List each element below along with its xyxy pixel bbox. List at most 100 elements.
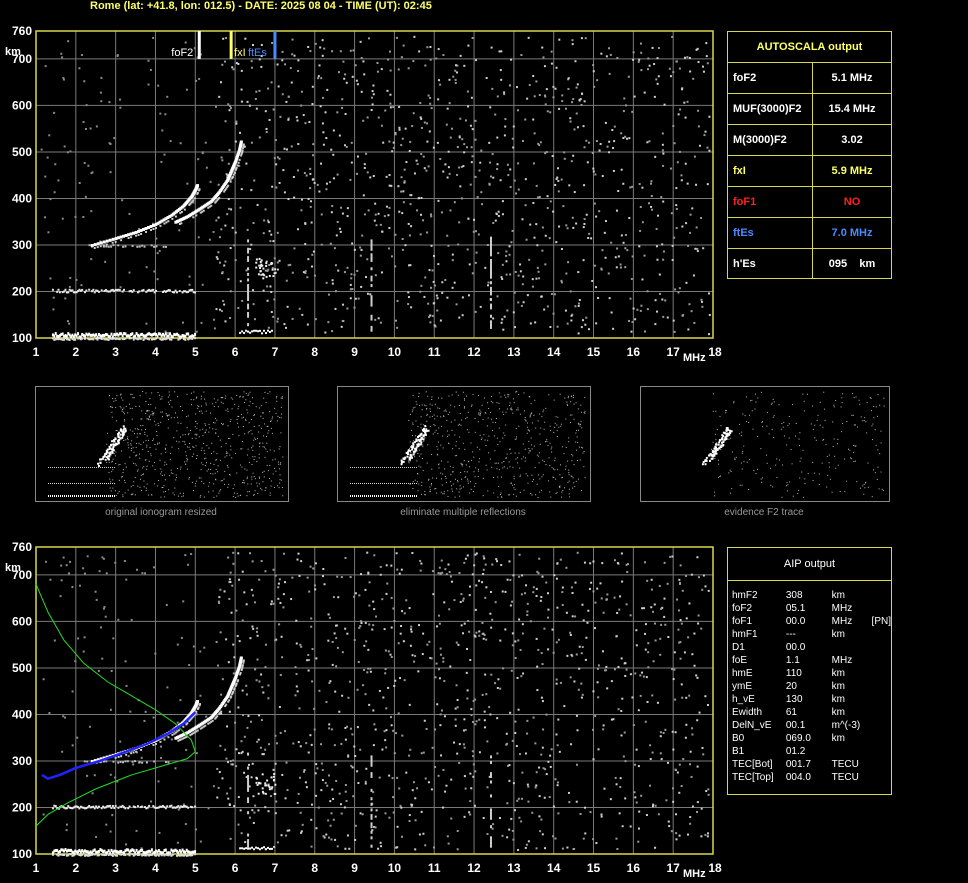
noise-dot (517, 708, 520, 711)
trace-dot (93, 246, 96, 249)
noise-dot (331, 640, 334, 643)
noise-dot (385, 205, 388, 208)
noise-dot (247, 297, 250, 301)
noise-dot (491, 618, 494, 621)
noise-dot (467, 44, 470, 47)
thumb-dot (62, 483, 63, 484)
noise-dot (226, 792, 229, 795)
thumb-dot (517, 407, 519, 409)
thumb-dot (127, 489, 129, 491)
noise-dot (370, 788, 373, 792)
thumb-dot (216, 495, 218, 497)
noise-dot (372, 744, 375, 747)
noise-dot (463, 622, 466, 625)
trace-dot (163, 222, 166, 225)
noise-dot (647, 666, 650, 669)
thumb-dot (256, 438, 258, 440)
noise-dot (379, 573, 382, 576)
noise-dot (469, 813, 472, 816)
noise-dot (653, 603, 656, 606)
noise-dot (656, 310, 659, 313)
noise-dot (622, 755, 625, 758)
noise-dot (369, 293, 372, 296)
noise-dot (254, 668, 257, 671)
noise-dot (492, 317, 495, 320)
noise-dot (557, 179, 560, 182)
noise-dot (638, 810, 641, 813)
noise-dot (218, 596, 221, 599)
noise-dot (265, 131, 268, 134)
noise-dot (80, 284, 83, 287)
thumb-dot (154, 468, 156, 470)
thumb-dot (122, 425, 125, 428)
noise-dot (407, 67, 410, 70)
noise-dot (621, 825, 624, 828)
noise-dot (346, 632, 349, 635)
noise-dot (533, 236, 536, 239)
thumb-dot (279, 446, 281, 448)
noise-dot (99, 626, 102, 629)
noise-dot (224, 120, 227, 123)
noise-dot (413, 35, 416, 38)
noise-dot (615, 266, 618, 269)
noise-dot (462, 165, 465, 168)
thumb-dot (262, 446, 264, 448)
noise-dot (370, 325, 373, 329)
noise-dot (696, 719, 699, 722)
noise-dot (575, 714, 578, 717)
thumb-dot (265, 448, 267, 450)
noise-dot (253, 179, 256, 182)
trace-dot (96, 246, 99, 249)
thumb-dot (282, 495, 284, 497)
x-tick-label: 14 (547, 861, 561, 875)
thumb-dot (206, 445, 208, 447)
noise-dot (246, 726, 249, 729)
noise-dot (526, 97, 529, 100)
thumb-dot (459, 495, 461, 497)
noise-dot (639, 674, 642, 677)
thumb-dot (251, 397, 253, 399)
trace-dot (255, 266, 258, 269)
noise-dot (338, 227, 341, 230)
thumb-dot (195, 434, 197, 436)
noise-dot (247, 800, 250, 804)
trace-dot (274, 783, 277, 786)
noise-dot (286, 829, 289, 832)
thumb-dot (210, 412, 212, 414)
noise-dot (634, 763, 637, 766)
thumb-dot (237, 495, 239, 497)
noise-dot (678, 150, 681, 153)
noise-dot (322, 96, 325, 99)
noise-dot (257, 738, 260, 741)
noise-dot (197, 158, 200, 161)
noise-dot (251, 594, 254, 597)
noise-dot (620, 132, 623, 135)
noise-dot (416, 787, 419, 790)
noise-dot (265, 127, 268, 130)
noise-dot (490, 626, 493, 629)
noise-dot (388, 50, 391, 53)
thumb-dot (240, 448, 242, 450)
noise-dot (95, 598, 98, 601)
noise-dot (228, 710, 231, 713)
noise-dot (499, 639, 502, 642)
thumb-dot (115, 400, 117, 402)
noise-dot (544, 103, 547, 106)
noise-dot (311, 253, 314, 256)
noise-dot (177, 808, 180, 811)
noise-dot (241, 689, 244, 692)
thumb-dot (220, 397, 222, 399)
noise-dot (638, 58, 641, 61)
noise-dot (510, 669, 513, 672)
thumb-dot (568, 493, 570, 495)
noise-dot (176, 721, 179, 724)
thumb-dot (442, 493, 444, 495)
noise-dot (679, 564, 682, 567)
noise-dot (165, 603, 168, 606)
thumb-dot (253, 476, 255, 478)
noise-dot (53, 111, 56, 114)
thumb-dot (181, 496, 183, 498)
noise-dot (491, 153, 494, 156)
noise-dot (439, 724, 442, 727)
thumb-dot (145, 413, 147, 415)
